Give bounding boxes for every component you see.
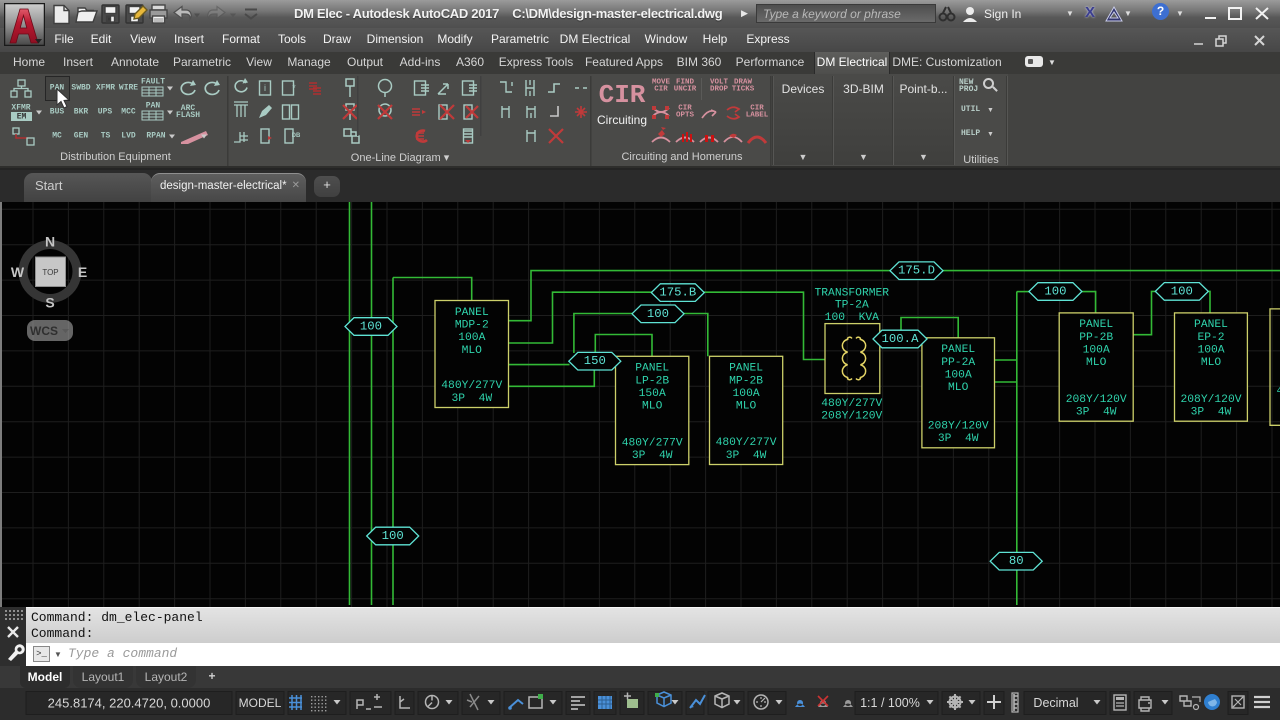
svg-text:WCS: WCS	[30, 324, 58, 338]
svg-text:TICKS: TICKS	[732, 86, 755, 94]
svg-text:MLO: MLO	[948, 382, 969, 394]
svg-text:SWBD: SWBD	[71, 84, 90, 93]
svg-text:FAULT: FAULT	[141, 78, 165, 87]
svg-text:150A: 150A	[639, 388, 666, 400]
svg-text:208Y/120V: 208Y/120V	[928, 421, 989, 433]
svg-text:208Y/120V: 208Y/120V	[1180, 394, 1241, 406]
svg-text:208Y/120V: 208Y/120V	[1066, 394, 1127, 406]
svg-text:480Y/277V: 480Y/277V	[716, 437, 777, 449]
svg-text:100A: 100A	[458, 332, 485, 344]
svg-text:MCC: MCC	[121, 108, 136, 117]
svg-text:3P 4W: 3P 4W	[1076, 407, 1117, 419]
svg-text:3P 4W: 3P 4W	[632, 450, 673, 462]
svg-text:MLO: MLO	[642, 401, 663, 413]
svg-text:MLO: MLO	[462, 345, 483, 357]
svg-text:i: i	[264, 83, 266, 93]
svg-text:3P 4W: 3P 4W	[938, 433, 979, 445]
svg-text:100A: 100A	[1197, 345, 1224, 357]
svg-text:100A: 100A	[1083, 345, 1110, 357]
svg-text:EM: EM	[17, 113, 27, 122]
svg-text:DB: DB	[292, 133, 301, 139]
svg-text:N: N	[45, 234, 55, 250]
svg-text:480Y/277V: 480Y/277V	[821, 398, 882, 410]
svg-text:XFMR: XFMR	[11, 104, 30, 113]
svg-text:100: 100	[360, 320, 382, 334]
svg-text:480Y/277V: 480Y/277V	[622, 437, 683, 449]
svg-text:480Y/277V: 480Y/277V	[441, 380, 502, 392]
svg-text:TOP: TOP	[42, 268, 58, 277]
svg-text:DROP: DROP	[710, 86, 729, 94]
svg-text:EP-2: EP-2	[1197, 332, 1224, 344]
svg-text:4: 4	[1277, 385, 1280, 397]
svg-text:LP-2B: LP-2B	[635, 375, 669, 387]
svg-text:BKR: BKR	[74, 108, 89, 117]
svg-text:TRANSFORMER: TRANSFORMER	[815, 287, 890, 299]
svg-text:UPS: UPS	[98, 108, 113, 117]
svg-text:LABEL: LABEL	[746, 112, 769, 120]
svg-text:W: W	[11, 264, 25, 280]
svg-text:100A: 100A	[945, 369, 972, 381]
svg-text:PP-2A: PP-2A	[941, 357, 975, 369]
svg-text:RPAN: RPAN	[146, 132, 165, 141]
svg-text:100: 100	[647, 307, 669, 321]
svg-text:PANEL: PANEL	[455, 307, 489, 319]
svg-text:GEN: GEN	[74, 132, 89, 141]
svg-text:TS: TS	[101, 132, 111, 141]
svg-text:MLO: MLO	[736, 401, 757, 413]
svg-text:PANEL: PANEL	[729, 363, 763, 375]
svg-text:MP-2B: MP-2B	[729, 375, 763, 387]
svg-text:PANEL: PANEL	[635, 363, 669, 375]
svg-text:Circuiting: Circuiting	[597, 113, 647, 127]
svg-text:80: 80	[1009, 554, 1024, 568]
svg-text:FLASH: FLASH	[176, 111, 200, 120]
svg-text:E: E	[78, 264, 87, 280]
svg-text:PP-2B: PP-2B	[1079, 332, 1113, 344]
svg-text:PANEL: PANEL	[1194, 319, 1228, 331]
svg-text:*: *	[292, 83, 296, 93]
svg-text:100: 100	[1171, 284, 1193, 298]
svg-text:UNCIR: UNCIR	[674, 86, 697, 94]
svg-text:MLO: MLO	[1201, 357, 1222, 369]
svg-text:PAN: PAN	[146, 102, 161, 111]
svg-text:100A: 100A	[733, 388, 760, 400]
svg-text:245.8174, 220.4720, 0.0000: 245.8174, 220.4720, 0.0000	[48, 696, 211, 711]
svg-text:XFMR: XFMR	[96, 84, 115, 93]
svg-text:100: 100	[382, 529, 404, 543]
svg-text:1:1 / 100%: 1:1 / 100%	[860, 696, 920, 710]
svg-text:MC: MC	[52, 132, 62, 141]
svg-text:100 KVA: 100 KVA	[825, 312, 879, 324]
svg-text:TP-2A: TP-2A	[835, 300, 869, 312]
svg-text:175.B: 175.B	[659, 286, 696, 300]
svg-text:OPTS: OPTS	[676, 112, 695, 120]
svg-text:S: S	[45, 295, 54, 311]
svg-text:LVD: LVD	[121, 132, 136, 141]
svg-text:175.D: 175.D	[898, 264, 935, 278]
svg-text:PANEL: PANEL	[941, 344, 975, 356]
svg-text:MODEL: MODEL	[239, 696, 282, 710]
svg-text:Decimal: Decimal	[1033, 696, 1078, 710]
svg-text:150: 150	[584, 354, 606, 368]
svg-text:WIRE: WIRE	[119, 84, 138, 93]
svg-text:208Y/120V: 208Y/120V	[821, 411, 882, 423]
svg-text:MDP-2: MDP-2	[455, 319, 489, 331]
svg-text:3P 4W: 3P 4W	[451, 393, 492, 405]
svg-text:CIR: CIR	[599, 80, 646, 110]
svg-text:MLO: MLO	[1086, 357, 1107, 369]
svg-text:100.A: 100.A	[882, 332, 920, 346]
svg-text:PANEL: PANEL	[1079, 319, 1113, 331]
svg-text:3P 4W: 3P 4W	[726, 450, 767, 462]
svg-text:100: 100	[1044, 285, 1066, 299]
svg-text:CIR: CIR	[654, 86, 668, 94]
svg-text:3P 4W: 3P 4W	[1191, 407, 1232, 419]
